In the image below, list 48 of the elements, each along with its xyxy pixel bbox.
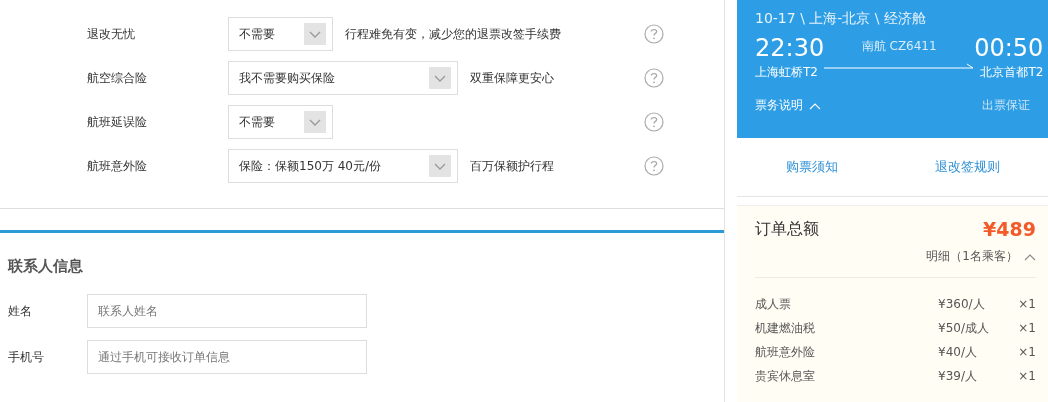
insurance-label: 航班延误险 [86, 113, 148, 131]
item-price: ¥40/人 [938, 343, 978, 361]
route-text: 10-17 \ 上海-北京 \ 经济舱 [755, 10, 927, 28]
order-total: ¥489 [983, 218, 1036, 240]
airport-name: 上海虹桥T2 [755, 64, 819, 81]
item-name: 航班意外险 [755, 343, 816, 361]
insurance-select[interactable]: 不需要 [228, 105, 333, 139]
rule-link[interactable]: 购票须知 [785, 158, 838, 176]
rule-link[interactable]: 退改签规则 [934, 158, 1000, 176]
insurance-note: 双重保障更安心 [470, 69, 554, 87]
input-field[interactable]: 联系人姓名 [87, 294, 367, 328]
field-label: 手机号 [8, 348, 45, 366]
depart-time: 22:30 [755, 34, 825, 62]
item-quantity: ×1 [1017, 297, 1036, 311]
airport-name: 北京首都T2 [980, 64, 1044, 81]
help-icon[interactable] [644, 68, 664, 88]
item-quantity: ×1 [1017, 321, 1036, 335]
insurance-label: 航班意外险 [86, 157, 148, 175]
caret-icon [304, 111, 326, 133]
help-icon[interactable] [644, 156, 664, 176]
detail-toggle[interactable]: 明细（1名乘客） [926, 248, 1036, 265]
item-quantity: ×1 [1017, 345, 1036, 359]
arrive-time: 00:50 [974, 34, 1044, 62]
insurance-label: 航空综合险 [86, 69, 148, 87]
insurance-select[interactable]: 不需要 [228, 17, 333, 51]
help-icon[interactable] [644, 112, 664, 132]
item-name: 贵宾休息室 [755, 367, 816, 385]
item-price: ¥360/人 [938, 295, 986, 313]
order-title: 订单总额 [755, 218, 819, 240]
insurance-note: 百万保额护行程 [470, 157, 554, 175]
insurance-select[interactable]: 我不需要购买保险 [228, 61, 458, 95]
help-icon[interactable] [644, 24, 664, 44]
field-label: 姓名 [8, 302, 33, 320]
item-price: ¥50/成人 [938, 319, 990, 337]
caret-icon [429, 155, 451, 177]
insurance-label: 退改无忧 [86, 25, 136, 43]
insurance-select[interactable]: 保险：保额150万 40元/份 [228, 149, 458, 183]
flight-number: 南航 CZ6411 [861, 38, 937, 55]
item-price: ¥39/人 [938, 367, 978, 385]
item-name: 成人票 [755, 295, 792, 313]
insurance-note: 行程难免有变，减少您的退票改签手续费 [345, 25, 561, 43]
caret-icon [304, 23, 326, 45]
item-name: 机建燃油税 [755, 319, 816, 337]
guarantee-text: 出票保证 [982, 97, 1030, 114]
caret-icon [429, 67, 451, 89]
section-title: 联系人信息 [8, 257, 84, 276]
item-quantity: ×1 [1017, 369, 1036, 383]
input-field[interactable]: 通过手机可接收订单信息 [87, 340, 367, 374]
